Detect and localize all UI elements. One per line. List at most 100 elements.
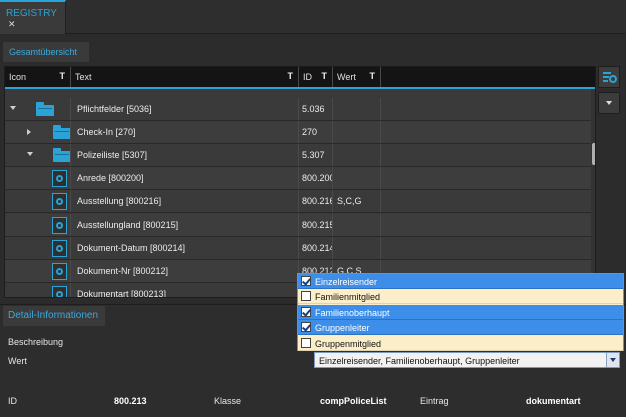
wert-dropdown-list: Einzelreisender Familienmitglied Familie… xyxy=(297,273,624,351)
wert-cell xyxy=(333,121,381,144)
option-label: Gruppenmitglied xyxy=(315,339,382,349)
option-label: Gruppenleiter xyxy=(315,323,370,333)
document-settings-icon xyxy=(52,262,67,280)
folder-icon xyxy=(53,148,70,163)
table-row[interactable]: Dokument-Datum [800214] 800.214 xyxy=(5,236,595,260)
id-cell: 800.216 xyxy=(299,190,333,213)
wert-dropdown-button[interactable] xyxy=(606,353,619,367)
footer-klasse-label: Klasse xyxy=(214,396,242,406)
icon-cell xyxy=(5,282,71,297)
expand-button[interactable] xyxy=(598,92,620,114)
option-einzelreisender[interactable]: Einzelreisender xyxy=(298,274,623,289)
document-settings-icon xyxy=(52,170,67,188)
checkbox[interactable] xyxy=(301,322,311,332)
chevron-down-icon xyxy=(610,358,616,362)
document-settings-icon xyxy=(52,193,67,211)
icon-cell xyxy=(5,98,71,120)
column-header-wert[interactable]: Wert T xyxy=(333,67,381,87)
table-row[interactable]: Polizeiliste [5307] 5.307 xyxy=(5,144,595,168)
wert-cell xyxy=(333,167,381,190)
column-header-wert-label: Wert xyxy=(337,72,356,82)
settings-tool-icon xyxy=(603,72,617,83)
filter-icon[interactable]: T xyxy=(322,71,328,81)
folder-icon xyxy=(53,125,70,140)
tab-detail-informationen[interactable]: Detail-Informationen xyxy=(3,306,105,326)
wert-cell xyxy=(333,98,381,120)
filter-icon[interactable]: T xyxy=(60,71,66,81)
beschreibung-label: Beschreibung xyxy=(8,337,64,347)
checkbox[interactable] xyxy=(301,307,311,317)
column-header-icon-label: Icon xyxy=(9,72,27,82)
wert-label: Wert xyxy=(8,356,27,366)
text-cell: Ausstellungland [800215] xyxy=(71,213,299,236)
icon-cell xyxy=(5,121,71,144)
id-cell: 800.215 xyxy=(299,213,333,236)
icon-cell xyxy=(5,167,71,190)
grid-header: Icon T Text T ID T Wert T xyxy=(5,67,595,89)
column-header-id-label: ID xyxy=(303,72,312,82)
id-cell: 5.036 xyxy=(299,98,333,120)
icon-cell xyxy=(5,213,71,236)
table-row[interactable]: Pflichtfelder [5036] 5.036 xyxy=(5,98,595,121)
text-cell: Dokument-Nr [800212] xyxy=(71,259,299,282)
close-icon[interactable]: ✕ xyxy=(8,19,16,29)
text-cell: Ausstellung [800216] xyxy=(71,190,299,213)
filter-icon[interactable]: T xyxy=(288,71,294,81)
id-cell: 270 xyxy=(299,121,333,144)
wert-combobox[interactable]: Einzelreisender, Familienoberhaupt, Grup… xyxy=(314,352,620,368)
chevron-down-icon xyxy=(606,101,612,105)
option-familienoberhaupt[interactable]: Familienoberhaupt xyxy=(298,305,623,320)
column-header-text[interactable]: Text T xyxy=(71,67,299,87)
tab-registry[interactable]: REGISTRY ✕ xyxy=(0,0,66,34)
footer-id-value: 800.213 xyxy=(114,396,147,406)
table-row[interactable]: Anrede [800200] 800.200 xyxy=(5,167,595,191)
footer-eintrag-value: dokumentart xyxy=(526,396,581,406)
filter-icon[interactable]: T xyxy=(370,71,376,81)
footer-eintrag-label: Eintrag xyxy=(420,396,449,406)
option-familienmitglied[interactable]: Familienmitglied xyxy=(298,289,623,304)
text-cell: Dokument-Datum [800214] xyxy=(71,236,299,259)
collapse-arrow-icon[interactable] xyxy=(10,106,16,110)
document-settings-icon xyxy=(52,216,67,234)
tab-gesamtuebersicht[interactable]: Gesamtübersicht xyxy=(3,42,89,62)
wert-cell: S,C,G xyxy=(333,190,381,213)
option-label: Familienoberhaupt xyxy=(315,308,390,318)
tab-registry-label: REGISTRY xyxy=(6,8,57,19)
table-row[interactable]: Ausstellung [800216] 800.216 S,C,G xyxy=(5,190,595,214)
option-gruppenleiter[interactable]: Gruppenleiter xyxy=(298,320,623,335)
registry-grid: Icon T Text T ID T Wert T Pflichtfelder … xyxy=(4,66,596,298)
option-label: Familienmitglied xyxy=(315,292,381,302)
text-cell: Pflichtfelder [5036] xyxy=(71,98,299,120)
table-row[interactable]: Ausstellungland [800215] 800.215 xyxy=(5,213,595,237)
column-header-id[interactable]: ID T xyxy=(299,67,333,87)
text-cell: Check-In [270] xyxy=(71,121,299,144)
title-bar: REGISTRY ✕ xyxy=(0,0,626,34)
text-cell: Dokumentart [800213] xyxy=(71,282,299,297)
footer-id-label: ID xyxy=(8,396,17,406)
settings-tool-button[interactable] xyxy=(598,66,620,88)
document-settings-icon xyxy=(52,239,67,257)
folder-icon xyxy=(36,102,54,116)
table-row[interactable]: Check-In [270] 270 xyxy=(5,121,595,145)
text-cell: Anrede [800200] xyxy=(71,167,299,190)
wert-cell xyxy=(333,236,381,259)
document-settings-icon xyxy=(52,285,67,297)
footer-klasse-value: compPoliceList xyxy=(320,396,387,406)
scrollbar-thumb[interactable] xyxy=(592,143,595,165)
id-cell: 800.214 xyxy=(299,236,333,259)
vertical-scrollbar[interactable] xyxy=(591,89,595,297)
icon-cell xyxy=(5,236,71,259)
icon-cell xyxy=(5,190,71,213)
collapse-arrow-icon[interactable] xyxy=(27,152,33,157)
wert-cell xyxy=(333,144,381,167)
expand-arrow-icon[interactable] xyxy=(27,129,31,136)
text-cell: Polizeiliste [5307] xyxy=(71,144,299,167)
icon-cell xyxy=(5,259,71,282)
checkbox[interactable] xyxy=(301,338,311,348)
checkbox[interactable] xyxy=(301,276,311,286)
option-label: Einzelreisender xyxy=(315,277,378,287)
column-header-icon[interactable]: Icon T xyxy=(5,67,71,87)
icon-cell xyxy=(5,144,71,167)
checkbox[interactable] xyxy=(301,291,311,301)
option-gruppenmitglied[interactable]: Gruppenmitglied xyxy=(298,336,623,351)
